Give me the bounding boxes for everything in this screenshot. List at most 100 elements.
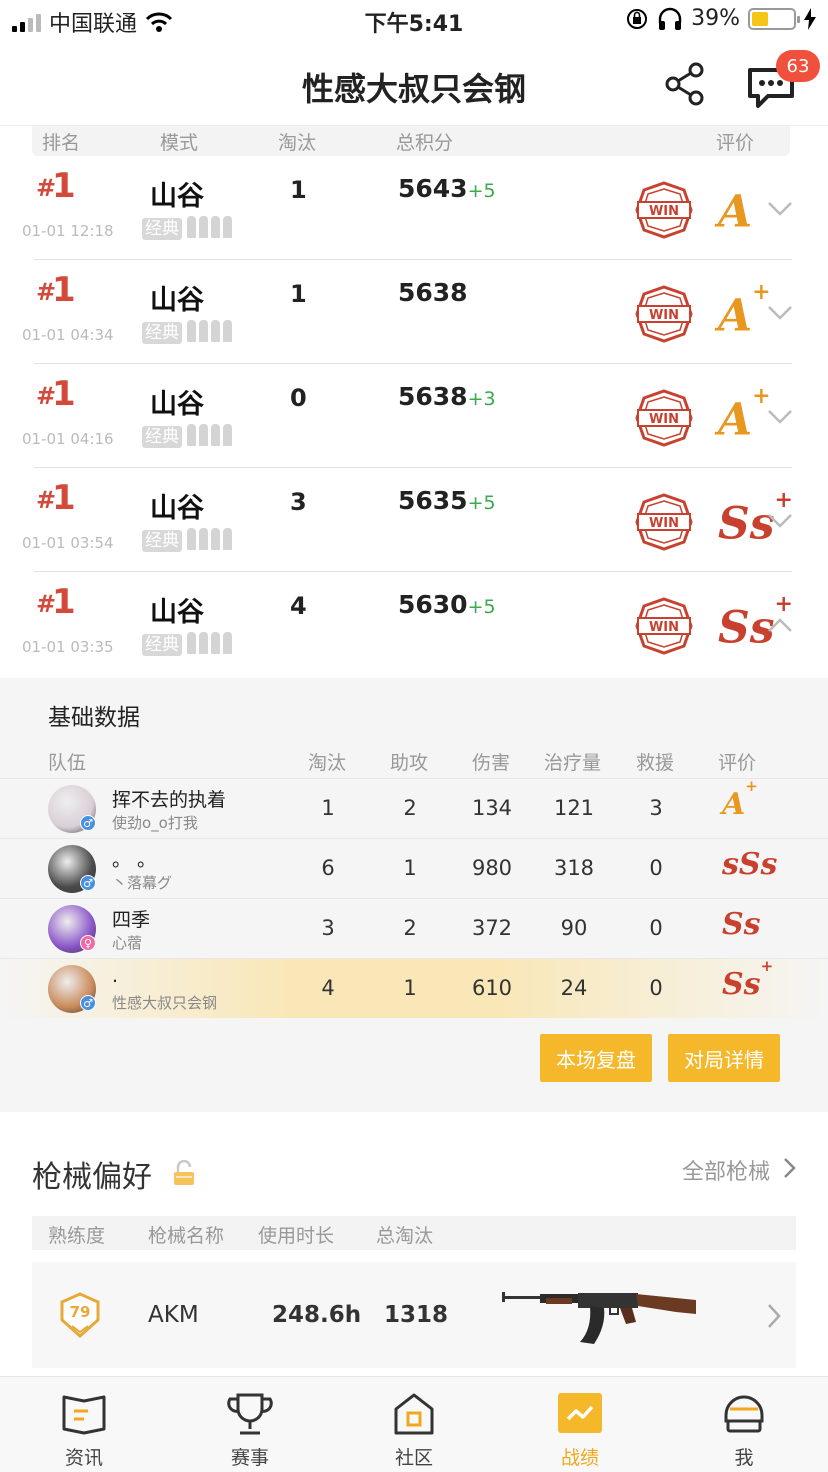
player-kills: 3: [321, 916, 335, 940]
player-name: .: [112, 965, 119, 987]
match-time: 01-01 03:54: [22, 534, 114, 552]
share-icon[interactable]: [664, 62, 706, 106]
player-stat-row[interactable]: ♀ 四季 心蓿 3 2 372 90 0 Ss: [0, 898, 828, 958]
gun-row[interactable]: 79 AKM 248.6h 1318: [32, 1262, 796, 1368]
match-row[interactable]: # 1 01-01 04:16 山谷 经典 0 5638+3 WIN A+: [0, 364, 828, 468]
player-assists: 1: [403, 976, 417, 1000]
svg-text:WIN: WIN: [649, 620, 679, 635]
tab-events[interactable]: 赛事: [190, 1377, 310, 1472]
player-stat-row[interactable]: ♂ 。 。 丶落幕グ 6 1 980 318 0 sSs: [0, 838, 828, 898]
match-score: 5630+5: [398, 590, 496, 619]
grade-letter: A: [718, 290, 753, 342]
player-revives: 0: [649, 976, 663, 1000]
news-icon: [62, 1395, 106, 1435]
match-row[interactable]: # 1 01-01 12:18 山谷 经典 1 5643+5 WIN A: [0, 156, 828, 260]
chevron-down-icon[interactable]: [766, 512, 794, 530]
header-rank: 排名: [42, 132, 81, 154]
gun-head-name: 枪械名称: [148, 1225, 225, 1247]
proficiency-badge-icon: 79: [60, 1292, 100, 1338]
player-assists: 1: [403, 856, 417, 880]
player-kills: 4: [321, 976, 335, 1000]
match-kills: 1: [290, 176, 307, 204]
score-delta: +5: [467, 596, 496, 618]
player-revives: 0: [649, 916, 663, 940]
battery-percent: 39%: [691, 6, 740, 31]
player-kills: 6: [321, 856, 335, 880]
charging-icon: [804, 7, 816, 30]
akm-rifle-image: [502, 1292, 696, 1344]
chevron-right-icon[interactable]: [766, 1302, 782, 1330]
tab-label: 社区: [394, 1447, 433, 1469]
headphones-icon: [658, 7, 682, 30]
player-revives: 3: [649, 796, 663, 820]
player-healing: 121: [553, 796, 595, 820]
score-value: 5638: [398, 278, 468, 307]
header-score: 总积分: [396, 132, 454, 154]
player-stat-row[interactable]: ♂ . 性感大叔只会钢 4 1 610 24 0 Ss+: [0, 957, 828, 1018]
match-kills: 0: [290, 384, 307, 412]
tab-me[interactable]: 我: [684, 1377, 804, 1472]
tab-bar: 资讯 赛事 社区 战绩 我: [0, 1376, 828, 1472]
svg-text:WIN: WIN: [649, 516, 679, 531]
player-subname: 使劲o_o打我: [112, 814, 198, 832]
player-revives: 0: [649, 856, 663, 880]
tab-news[interactable]: 资讯: [24, 1377, 144, 1472]
score-delta: +3: [467, 388, 496, 410]
match-mode: 山谷: [150, 493, 204, 524]
squad-icon: [187, 424, 232, 446]
squad-icon: [187, 632, 232, 654]
chevron-down-icon[interactable]: [766, 408, 794, 426]
chevron-up-icon[interactable]: [766, 616, 794, 634]
win-badge-icon: WIN: [635, 389, 693, 447]
player-stat-row[interactable]: ♂ 挥不去的执着 使劲o_o打我 1 2 134 121 3 A+: [0, 777, 828, 838]
chevron-down-icon[interactable]: [766, 200, 794, 218]
win-badge-icon: WIN: [635, 493, 693, 551]
player-name: 四季: [112, 909, 151, 931]
replay-button[interactable]: 本场复盘: [540, 1034, 652, 1082]
tab-stats[interactable]: 战绩: [520, 1377, 640, 1472]
rank-number: 1: [52, 478, 76, 518]
chevron-right-icon[interactable]: [782, 1157, 796, 1179]
grade-plus: +: [774, 487, 793, 513]
rotation-lock-icon: [627, 8, 648, 29]
proficiency-level: 79: [70, 1303, 91, 1321]
player-assists: 2: [403, 796, 417, 820]
player-assists: 2: [403, 916, 417, 940]
match-details-button[interactable]: 对局详情: [668, 1034, 780, 1082]
player-name: 挥不去的执着: [112, 789, 227, 811]
detail-head-rating: 评价: [718, 752, 757, 774]
detail-head-kills: 淘汰: [308, 752, 347, 774]
match-score: 5643+5: [398, 174, 496, 203]
squad-icon: [187, 528, 232, 550]
grade-plus: +: [760, 957, 774, 975]
match-row[interactable]: # 1 01-01 03:54 山谷 经典 3 5635+5 WIN Ss+: [0, 468, 828, 572]
player-grade: A+: [722, 777, 758, 822]
tab-community[interactable]: 社区: [354, 1377, 474, 1472]
grade-plus: +: [752, 279, 771, 305]
match-kills: 4: [290, 592, 307, 620]
stats-icon: [558, 1393, 602, 1433]
mode-tag: 经典: [142, 634, 182, 656]
match-row[interactable]: # 1 01-01 03:35 山谷 经典 4 5630+5 WIN Ss+: [0, 572, 828, 676]
gun-kills: 1318: [384, 1302, 449, 1328]
unlock-icon[interactable]: [172, 1160, 196, 1186]
message-badge: 63: [776, 50, 820, 82]
score-value: 5635: [398, 486, 468, 515]
player-damage: 372: [471, 916, 513, 940]
chevron-down-icon[interactable]: [766, 304, 794, 322]
match-mode: 山谷: [150, 389, 204, 420]
match-mode: 山谷: [150, 181, 204, 212]
match-time: 01-01 04:16: [22, 430, 114, 448]
match-grade: A+: [718, 383, 771, 445]
player-damage: 610: [471, 976, 513, 1000]
battery-icon: [748, 7, 800, 30]
header-rating: 评价: [716, 132, 755, 154]
player-healing: 90: [560, 916, 588, 940]
match-row[interactable]: # 1 01-01 04:34 山谷 经典 1 5638 WIN A+: [0, 260, 828, 364]
mode-tag: 经典: [142, 218, 182, 240]
all-guns-link[interactable]: 全部枪械: [682, 1154, 770, 1186]
grade-letter: Ss: [722, 907, 761, 942]
match-time: 01-01 12:18: [22, 222, 114, 240]
gun-head-proficiency: 熟练度: [48, 1225, 106, 1247]
grade-plus: +: [745, 777, 758, 795]
